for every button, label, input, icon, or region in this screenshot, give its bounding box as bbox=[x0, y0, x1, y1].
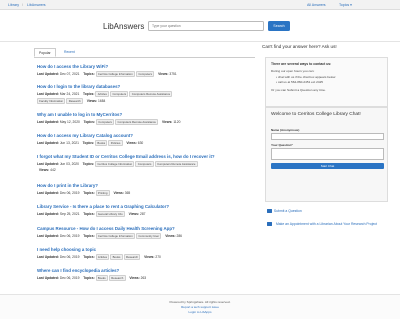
faq-question-link[interactable]: Why am I unable to log in to MyCerritos? bbox=[37, 112, 255, 117]
topic-tag[interactable]: Cerritos College Information bbox=[95, 161, 135, 167]
faq-question-link[interactable]: Where can I find encyclopedia articles? bbox=[37, 268, 255, 273]
topic-tag[interactable]: Research bbox=[108, 275, 126, 281]
footer-credit: Powered by Springshare. All rights reser… bbox=[169, 300, 231, 304]
breadcrumb-separator: / bbox=[22, 3, 23, 7]
topics-menu[interactable]: Topics ▾ bbox=[339, 3, 352, 7]
faq-meta: Last Updated: Dec 06, 2019 Topics: Cerri… bbox=[37, 233, 183, 239]
faq-question-link[interactable]: How do I access the Library WiFi? bbox=[37, 64, 255, 69]
faq-item: I forgot what my Student ID or Cerritos … bbox=[37, 154, 255, 172]
topic-tag[interactable]: Computers Remote Assistance bbox=[115, 119, 159, 125]
breadcrumb-libanswers[interactable]: LibAnswers bbox=[27, 3, 46, 7]
faq-item: Where can I find encyclopedia articles? … bbox=[37, 268, 255, 281]
name-label: Name (Anonymous) bbox=[271, 128, 300, 132]
faq-meta: Last Updated: Jun 13, 2021 Topics: Books… bbox=[37, 140, 144, 146]
chat-widget: Welcome to Cerritos College Library Chat… bbox=[265, 107, 388, 202]
login-libapps-link[interactable]: Login to LibApps bbox=[0, 310, 400, 314]
faq-meta: Last Updated: May 12, 2020 Topics: Compu… bbox=[37, 119, 181, 125]
notice-bullet: • call us at 562-860-2451 ext 2425 bbox=[276, 80, 324, 84]
faq-meta: Last Updated: Jun 03, 2020 Topics: Cerri… bbox=[37, 161, 199, 167]
faq-meta: Views: 442 bbox=[38, 168, 56, 172]
faq-question-link[interactable]: Library Service - Is there a place to re… bbox=[37, 204, 255, 209]
topic-tag[interactable]: Computers bbox=[135, 161, 154, 167]
all-answers-link[interactable]: All Answers bbox=[307, 3, 326, 7]
chat-name-input[interactable] bbox=[271, 133, 384, 140]
faq-question-link[interactable]: How do I login to the library databases? bbox=[37, 84, 255, 89]
ask-us-title: Can't find your answer here? Ask us! bbox=[262, 44, 337, 49]
faq-item: How do I login to the library databases?… bbox=[37, 84, 255, 104]
topic-tag[interactable]: General Library Info bbox=[95, 211, 125, 217]
breadcrumb-library[interactable]: Library bbox=[8, 3, 19, 7]
topic-tag[interactable]: Computers Remote Assistance bbox=[154, 161, 198, 167]
faq-question-link[interactable]: I forgot what my Student ID or Cerritos … bbox=[37, 154, 255, 159]
faq-meta: Last Updated: Mar 24, 2021 Topics: Artic… bbox=[37, 91, 173, 97]
calendar-icon bbox=[267, 222, 272, 227]
topic-tag[interactable]: Computers Remote Assistance bbox=[129, 91, 173, 97]
top-bar: Library / LibAnswers All Answers Topics … bbox=[0, 0, 400, 10]
topic-tag[interactable]: Community User bbox=[136, 233, 162, 239]
faq-meta: Last Updated: Sep 25, 2021 Topics: Gener… bbox=[37, 211, 146, 217]
faq-question-link[interactable]: Campus Resource - How do I access Daily … bbox=[37, 226, 255, 231]
chat-question-input[interactable] bbox=[271, 148, 384, 160]
notice-bullet: • chat with us if the chat box appears b… bbox=[276, 75, 336, 79]
topic-tag[interactable]: Faculty Information bbox=[37, 98, 66, 104]
faq-question-link[interactable]: I need help choosing a topic bbox=[37, 247, 255, 252]
chat-title: Welcome to Cerritos College Library Chat… bbox=[271, 112, 361, 117]
footer: Powered by Springshare. All rights reser… bbox=[0, 294, 400, 319]
tab-divider bbox=[34, 57, 255, 58]
topic-tag[interactable]: Books bbox=[110, 254, 123, 260]
faq-meta: Faculty Information Research Views: 1684 bbox=[37, 98, 105, 104]
notice-line: During our open hours you can: bbox=[271, 69, 315, 73]
topic-tag[interactable]: Computers bbox=[95, 119, 115, 125]
ask-us-panel: Can't find your answer here? Ask us! bbox=[262, 44, 390, 49]
topic-tag[interactable]: Research bbox=[123, 254, 141, 260]
topic-tag[interactable]: Cerritos College Information bbox=[95, 233, 136, 239]
faq-meta: Last Updated: Dec 07, 2021 Topics: Cerri… bbox=[37, 71, 177, 77]
faq-item: I need help choosing a topic Last Update… bbox=[37, 247, 255, 260]
topic-tag[interactable]: Policies bbox=[108, 140, 123, 146]
submit-question-link[interactable]: Submit a Question bbox=[267, 209, 302, 214]
appointment-link[interactable]: Make an Appointment with a Librarian Abo… bbox=[267, 222, 385, 227]
topic-tag[interactable]: Printing bbox=[95, 190, 110, 196]
topic-tag[interactable]: Research bbox=[66, 98, 83, 104]
faq-meta: Last Updated: Dec 06, 2019 Topics: Print… bbox=[37, 190, 131, 196]
faq-meta: Last Updated: Dec 06, 2019 Topics: Books… bbox=[37, 275, 147, 281]
faq-item: Why am I unable to log in to MyCerritos?… bbox=[37, 112, 255, 125]
topic-tag[interactable]: Books bbox=[95, 275, 108, 281]
topic-tag[interactable]: Articles bbox=[95, 254, 110, 260]
search-button[interactable]: Search bbox=[268, 21, 290, 31]
faq-question-link[interactable]: How do I print in the Library? bbox=[37, 183, 255, 188]
faq-question-link[interactable]: How do I access my Library Catalog accou… bbox=[37, 133, 255, 138]
faq-meta: Last Updated: Dec 06, 2019 Topics: Artic… bbox=[37, 254, 161, 260]
faq-item: Campus Resource - How do I access Daily … bbox=[37, 226, 255, 239]
faq-item: Library Service - Is there a place to re… bbox=[37, 204, 255, 217]
faq-item: How do I access the Library WiFi? Last U… bbox=[37, 64, 255, 77]
topic-tag[interactable]: Computers bbox=[110, 91, 129, 97]
faq-item: How do I access my Library Catalog accou… bbox=[37, 133, 255, 146]
topic-tag[interactable]: Computers bbox=[136, 71, 155, 77]
envelope-icon bbox=[267, 209, 272, 214]
topic-tag[interactable]: Cerritos College Information bbox=[95, 71, 136, 77]
contact-notice: There are several ways to contact us: Du… bbox=[265, 57, 388, 107]
search-input[interactable] bbox=[148, 21, 264, 31]
tab-popular[interactable]: Popular bbox=[34, 48, 56, 57]
faq-item: How do I print in the Library? Last Upda… bbox=[37, 183, 255, 196]
notice-title: There are several ways to contact us: bbox=[271, 62, 332, 66]
report-issue-link[interactable]: Report a tech support issue bbox=[0, 305, 400, 309]
brand-title: LibAnswers bbox=[103, 22, 145, 31]
start-chat-button[interactable]: Start Chat bbox=[271, 163, 384, 169]
question-label: Your Question* bbox=[271, 143, 293, 147]
tab-recent[interactable]: Recent bbox=[60, 48, 79, 57]
topic-tag[interactable]: Books bbox=[95, 140, 108, 146]
notice-line: Or you can Submit a Question any time. bbox=[271, 88, 326, 92]
topic-tag[interactable]: Articles bbox=[95, 91, 110, 97]
